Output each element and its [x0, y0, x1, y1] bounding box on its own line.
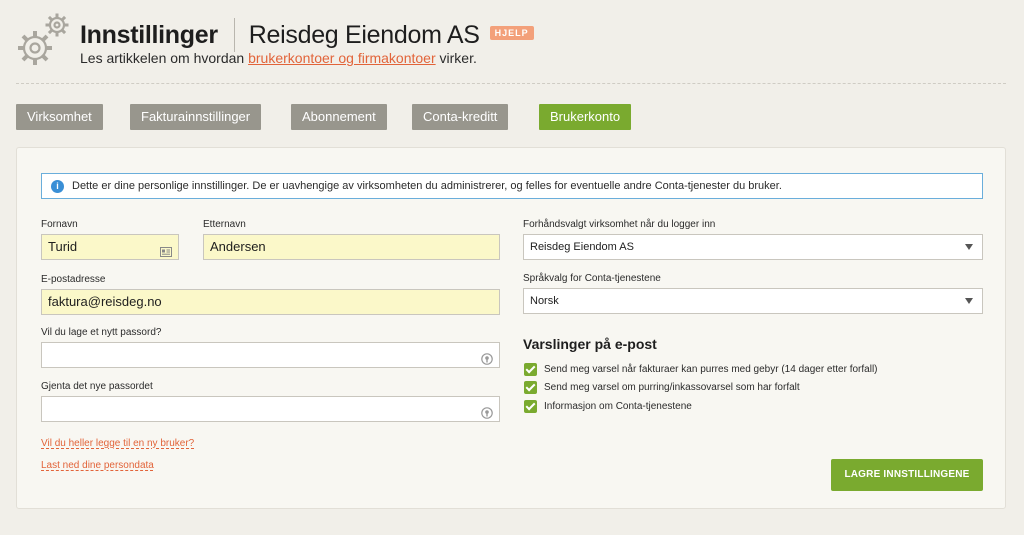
last-name-value: Andersen	[210, 239, 266, 254]
user-account-panel: i Dette er dine personlige innstillinger…	[16, 147, 1006, 509]
last-name-label: Etternavn	[203, 219, 246, 230]
contact-card-icon[interactable]	[160, 241, 172, 257]
last-name-input[interactable]: Andersen	[203, 234, 500, 260]
info-banner: i Dette er dine personlige innstillinger…	[41, 173, 983, 199]
notification-label: Send meg varsel når fakturaer kan purres…	[544, 364, 878, 375]
tab-fakturainnstillinger[interactable]: Fakturainnstillinger	[130, 104, 262, 130]
notification-label: Informasjon om Conta-tjenestene	[544, 401, 692, 412]
dropdown-arrow-icon	[965, 298, 973, 304]
email-input[interactable]: faktura@reisdeg.no	[41, 289, 500, 315]
repeat-password-label: Gjenta det nye passordet	[41, 381, 153, 392]
checkbox-checked-icon[interactable]	[524, 400, 537, 413]
language-label: Språkvalg for Conta-tjenestene	[523, 273, 661, 284]
help-badge[interactable]: HJELP	[489, 26, 534, 40]
password-manager-icon[interactable]	[481, 403, 493, 419]
default-company-label: Forhåndsvalgt virksomhet når du logger i…	[523, 219, 716, 230]
default-company-select[interactable]: Reisdeg Eiendom AS	[523, 234, 983, 260]
tab-virksomhet[interactable]: Virksomhet	[16, 104, 103, 130]
page-title: Innstillinger	[80, 20, 218, 49]
dropdown-arrow-icon	[965, 244, 973, 250]
email-value: faktura@reisdeg.no	[48, 294, 162, 309]
download-data-link[interactable]: Last ned dine persondata	[41, 460, 154, 471]
language-value: Norsk	[530, 295, 559, 307]
tab-abonnement[interactable]: Abonnement	[291, 104, 387, 130]
language-select[interactable]: Norsk	[523, 288, 983, 314]
notification-option[interactable]: Send meg varsel om purring/inkassovarsel…	[524, 381, 800, 394]
info-icon: i	[51, 180, 64, 193]
save-settings-button[interactable]: LAGRE INNSTILLINGENE	[831, 459, 983, 491]
gear-icon	[16, 10, 72, 68]
subtitle-suffix: virker.	[435, 50, 477, 66]
tab-conta-kreditt[interactable]: Conta-kreditt	[412, 104, 509, 130]
password-manager-icon[interactable]	[481, 349, 493, 365]
page-header: Innstillinger Reisdeg Eiendom AS HJELP L…	[16, 8, 1006, 84]
checkbox-checked-icon[interactable]	[524, 363, 537, 376]
notification-option[interactable]: Send meg varsel når fakturaer kan purres…	[524, 363, 878, 376]
subtitle-prefix: Les artikkelen om hvordan	[80, 50, 249, 66]
repeat-password-input[interactable]	[41, 396, 500, 422]
company-name: Reisdeg Eiendom AS	[248, 20, 480, 49]
notification-label: Send meg varsel om purring/inkassovarsel…	[544, 382, 800, 393]
notification-option[interactable]: Informasjon om Conta-tjenestene	[524, 400, 692, 413]
page-subtitle: Les artikkelen om hvordan brukerkontoer …	[80, 50, 477, 66]
info-text: Dette er dine personlige innstillinger. …	[72, 180, 782, 192]
tab-brukerkonto[interactable]: Brukerkonto	[539, 104, 632, 130]
first-name-label: Fornavn	[41, 219, 78, 230]
default-company-value: Reisdeg Eiendom AS	[530, 241, 634, 253]
add-user-link[interactable]: Vil du heller legge til en ny bruker?	[41, 438, 194, 449]
new-password-label: Vil du lage et nytt passord?	[41, 327, 162, 338]
title-divider	[233, 18, 235, 52]
first-name-input[interactable]: Turid	[41, 234, 179, 260]
account-article-link[interactable]: brukerkontoer og firmakontoer	[248, 50, 436, 66]
checkbox-checked-icon[interactable]	[524, 381, 537, 394]
new-password-input[interactable]	[41, 342, 500, 368]
first-name-value: Turid	[48, 239, 78, 254]
email-label: E-postadresse	[41, 274, 106, 285]
settings-tabs: Virksomhet Fakturainnstillinger Abonneme…	[16, 104, 716, 130]
notifications-title: Varslinger på e-post	[523, 336, 657, 352]
